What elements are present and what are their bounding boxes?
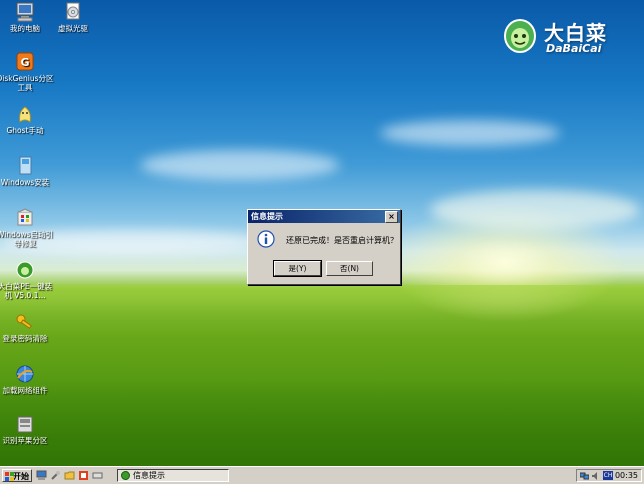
dabaicai-pe-icon bbox=[16, 261, 34, 279]
desktop-icon-label: Windows安装 bbox=[0, 178, 50, 187]
task-label: 信息提示 bbox=[133, 471, 165, 480]
desktop-icon-label: 我的电脑 bbox=[10, 24, 40, 33]
brand-subtitle: DaBaiCai bbox=[546, 42, 602, 55]
clock: 00:35 bbox=[614, 471, 638, 480]
taskbar: 开始 信息提示 CH 00:35 bbox=[0, 466, 644, 484]
close-button[interactable]: × bbox=[385, 211, 398, 223]
dialog-title-bar[interactable]: 信息提示 × bbox=[248, 210, 400, 223]
info-dialog: 信息提示 × 还原已完成！是否重启计算机？ 是(Y) 否(N) bbox=[247, 209, 401, 285]
info-icon bbox=[257, 230, 275, 248]
input-language-indicator[interactable]: CH bbox=[603, 471, 613, 480]
cabbage-icon bbox=[504, 19, 536, 53]
desktop-icon-label: 大白菜PE一键装机 V5.0.1... bbox=[0, 282, 53, 300]
desktop-icon-virtual-drive[interactable]: 虚拟光驱 bbox=[44, 2, 102, 33]
cloud bbox=[380, 120, 560, 146]
hill bbox=[0, 285, 644, 315]
key-icon bbox=[16, 314, 32, 329]
cloud bbox=[430, 190, 640, 230]
desktop-icon-ghost[interactable]: Ghost手动 bbox=[0, 104, 54, 135]
quicklaunch-app-icon[interactable] bbox=[78, 470, 89, 481]
desktop-icon-password-clear[interactable]: 登录密码清除 bbox=[0, 312, 54, 343]
start-label: 开始 bbox=[13, 472, 29, 481]
hill bbox=[0, 380, 644, 466]
desktop-icon-label: 登录密码清除 bbox=[2, 334, 48, 343]
desktop-icon-apple-partition[interactable]: 识别苹果分区 bbox=[0, 414, 54, 445]
virtual-drive-icon bbox=[66, 2, 80, 20]
quicklaunch-keyboard-icon[interactable] bbox=[92, 470, 103, 481]
task-app-icon bbox=[121, 471, 130, 480]
windows-logo-icon bbox=[5, 472, 14, 481]
system-tray: CH 00:35 bbox=[576, 469, 642, 482]
start-button[interactable]: 开始 bbox=[2, 469, 32, 482]
yes-button[interactable]: 是(Y) bbox=[273, 260, 322, 277]
desktop-icon-label: DiskGenius分区工具 bbox=[0, 74, 54, 92]
desktop-icon-diskgenius[interactable]: G DiskGenius分区工具 bbox=[0, 52, 54, 92]
boot-repair-icon bbox=[17, 208, 33, 226]
tray-network-icon[interactable] bbox=[580, 472, 589, 480]
svg-text:G: G bbox=[20, 56, 29, 69]
desktop-icon-label: 加载网络组件 bbox=[2, 386, 48, 395]
desktop-icon-windows-install[interactable]: Windows安装 bbox=[0, 156, 54, 187]
quicklaunch-folder-icon[interactable] bbox=[64, 470, 75, 481]
desktop-icon-network[interactable]: 加载网络组件 bbox=[0, 364, 54, 395]
desktop-icon-boot-repair[interactable]: Windows启动引导修复 bbox=[0, 208, 54, 248]
desktop-icon-label: Ghost手动 bbox=[6, 126, 44, 135]
desktop-icon-dabaicai-pe[interactable]: 大白菜PE一键装机 V5.0.1... bbox=[0, 260, 54, 300]
quicklaunch-computer-icon[interactable] bbox=[36, 470, 47, 481]
ghost-icon bbox=[19, 106, 31, 123]
cloud bbox=[140, 150, 340, 180]
quicklaunch-tool-icon[interactable] bbox=[50, 470, 61, 481]
desktop-icon-label: Windows启动引导修复 bbox=[0, 230, 53, 248]
network-icon bbox=[16, 365, 34, 383]
tray-volume-icon[interactable] bbox=[591, 472, 600, 480]
windows-install-icon bbox=[19, 156, 32, 175]
computer-icon bbox=[16, 2, 34, 22]
apple-partition-icon bbox=[17, 416, 33, 433]
dialog-title: 信息提示 bbox=[251, 212, 283, 221]
no-button[interactable]: 否(N) bbox=[326, 261, 373, 276]
dialog-message: 还原已完成！是否重启计算机？ bbox=[286, 236, 398, 245]
taskbar-task-info[interactable]: 信息提示 bbox=[117, 469, 229, 482]
desktop-icon-label: 识别苹果分区 bbox=[2, 436, 48, 445]
desktop: 大白菜 DaBaiCai 我的电脑 虚拟光驱 G DiskGenius分区工具 bbox=[0, 0, 644, 466]
brand-logo: 大白菜 DaBaiCai bbox=[500, 14, 630, 58]
desktop-icon-label: 虚拟光驱 bbox=[58, 24, 88, 33]
diskgenius-icon: G bbox=[16, 52, 34, 71]
